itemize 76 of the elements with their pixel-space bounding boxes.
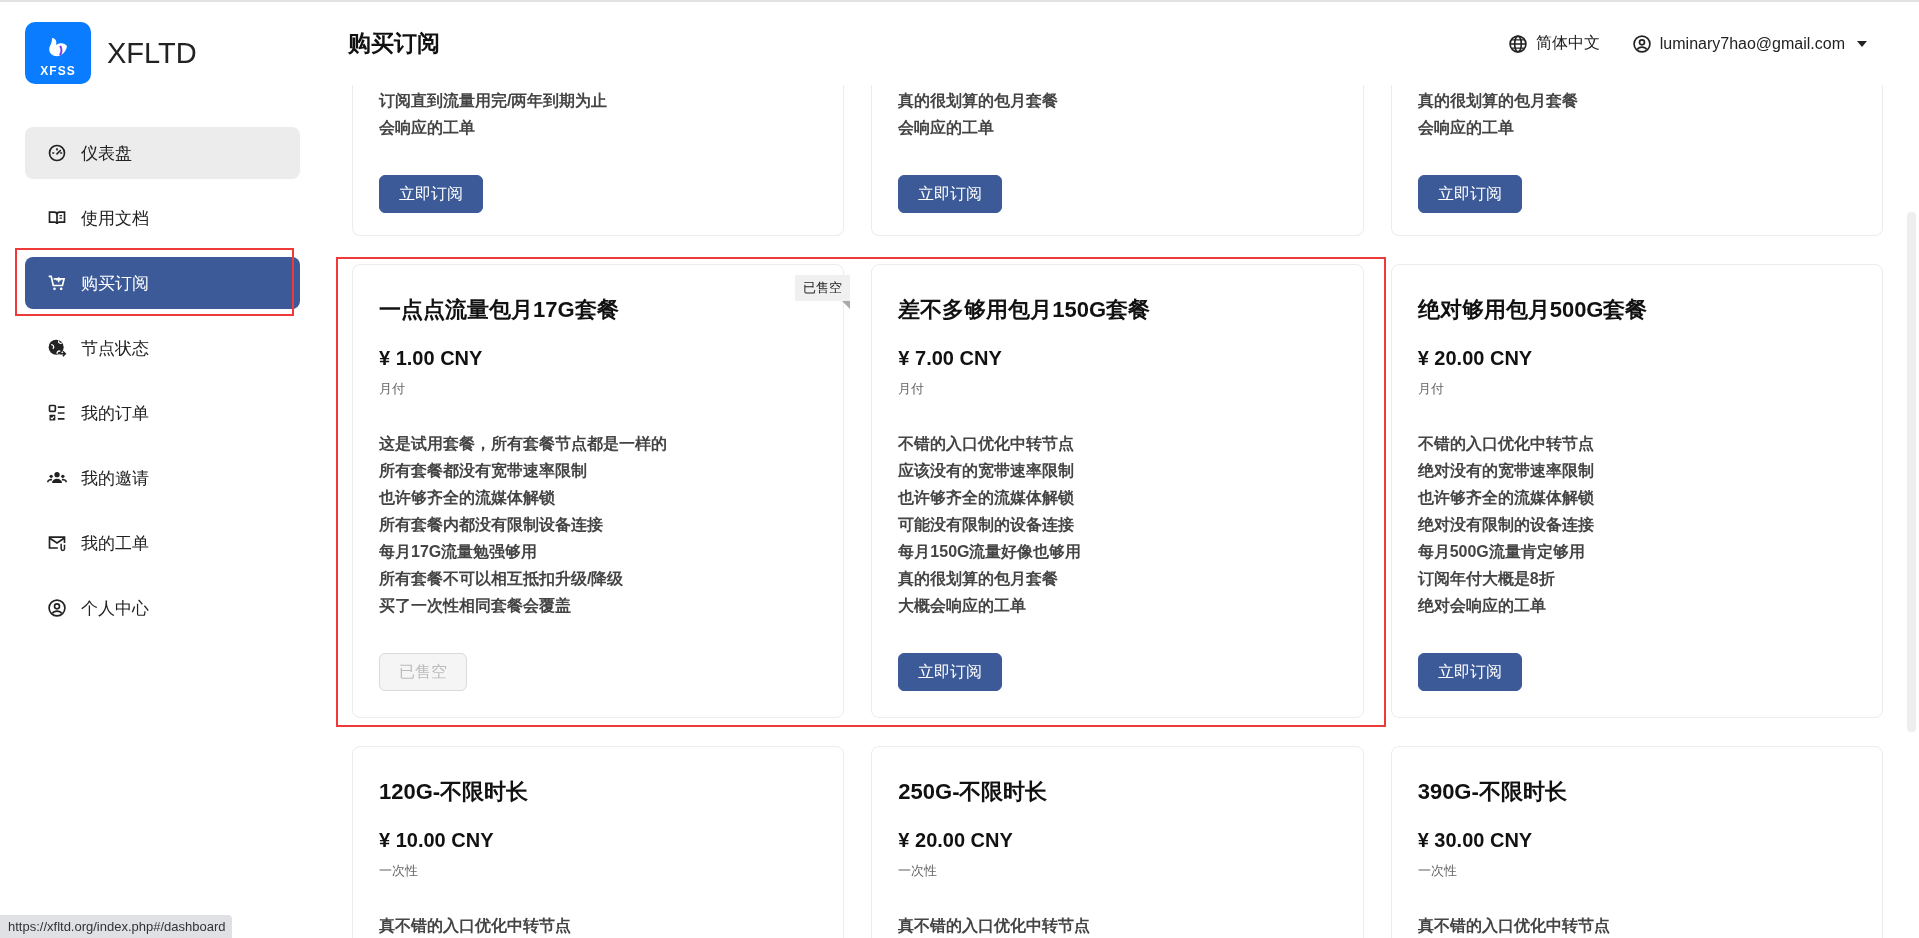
mail-icon xyxy=(47,533,67,553)
feature-text: 所有套餐内都没有限制设备连接 xyxy=(379,515,603,535)
plan-price: ¥ 10.00 CNY xyxy=(379,829,495,852)
feature-text: 真的很划算的包月套餐 xyxy=(898,91,1059,111)
feature-text: 也许够齐全的流媒体解锁 xyxy=(379,488,555,508)
feature-text: 每月500G流量肯定够用 xyxy=(1417,542,1585,562)
feature-text: 绝对会响应的工单 xyxy=(1417,596,1546,616)
feature-text: 不错的入口优化中转节点 xyxy=(1417,434,1594,454)
feature-text: 订阅直到流量用完/两年到期为止 xyxy=(379,91,608,111)
subscribe-button[interactable]: 立即订阅 xyxy=(379,175,483,213)
language-selector[interactable]: 简体中文 xyxy=(1507,33,1600,54)
nav-item[interactable]: 节点状态 xyxy=(25,322,300,374)
globe-icon xyxy=(47,338,67,358)
feature-text: 绝对没有限制的设备连接 xyxy=(1417,515,1594,535)
subscribe-button[interactable]: 立即订阅 xyxy=(1417,175,1522,213)
plan-price: ¥ 30.00 CNY xyxy=(1417,829,1534,852)
feature-text: 所有套餐不可以相互抵扣升级/降级 xyxy=(379,569,624,589)
billing-period: 月付 xyxy=(898,380,926,398)
billing-period: 月付 xyxy=(1417,380,1445,398)
feature-text: 所有套餐都没有宽带速率限制 xyxy=(379,461,587,481)
plan-title: 一点点流量包月17G套餐 xyxy=(379,296,620,324)
subscribe-button[interactable]: 立即订阅 xyxy=(1417,653,1522,691)
user-icon xyxy=(47,598,67,618)
feature-text: 应该没有的宽带速率限制 xyxy=(898,461,1075,481)
feature-text: 真不错的入口优化中转节点 xyxy=(898,916,1091,936)
plan-title: 绝对够用包月500G套餐 xyxy=(1417,296,1649,324)
feature-text: 会响应的工单 xyxy=(1417,118,1514,138)
page-title: 购买订阅 xyxy=(348,29,441,58)
feature-text: 每月150G流量好像也够用 xyxy=(898,542,1082,562)
globe-icon xyxy=(1507,33,1528,54)
nav-item[interactable]: 购买订阅 xyxy=(25,257,300,309)
billing-period: 月付 xyxy=(379,380,406,398)
nav-item[interactable]: 使用文档 xyxy=(25,192,300,244)
feature-text: 绝对没有的宽带速率限制 xyxy=(1417,461,1594,481)
feature-text: 也许够齐全的流媒体解锁 xyxy=(1417,488,1594,508)
billing-period: 一次性 xyxy=(379,862,419,880)
plan-title: 120G-不限时长 xyxy=(379,778,530,806)
feature-text: 订阅年付大概是8折 xyxy=(1417,569,1555,589)
plan-price: ¥ 1.00 CNY xyxy=(379,347,484,370)
nav-item[interactable]: 我的订单 xyxy=(25,387,300,439)
feature-text: 真的很划算的包月套餐 xyxy=(1417,91,1578,111)
feature-text: 会响应的工单 xyxy=(379,118,475,138)
feature-text: 真不错的入口优化中转节点 xyxy=(1417,916,1610,936)
checklist-icon xyxy=(47,403,67,423)
user-icon xyxy=(1631,33,1652,54)
feature-text: 每月17G流量勉强够用 xyxy=(379,542,538,562)
feature-text: 也许够齐全的流媒体解锁 xyxy=(898,488,1075,508)
feature-text: 真的很划算的包月套餐 xyxy=(898,569,1059,589)
subscribe-button[interactable]: 立即订阅 xyxy=(898,175,1003,213)
gauge-icon xyxy=(47,143,67,163)
logo: XFSS xyxy=(25,22,91,84)
plan-title: 差不多够用包月150G套餐 xyxy=(898,296,1152,324)
plan-title: 390G-不限时长 xyxy=(1417,778,1568,806)
subscribe-button[interactable]: 立即订阅 xyxy=(898,653,1003,691)
feature-text: 会响应的工单 xyxy=(898,118,995,138)
nav-item[interactable]: 个人中心 xyxy=(25,582,300,634)
plan-price: ¥ 20.00 CNY xyxy=(1417,347,1534,370)
feature-text: 大概会响应的工单 xyxy=(898,596,1027,616)
user-menu[interactable]: luminary7hao@gmail.com xyxy=(1631,33,1867,54)
feature-text: 可能没有限制的设备连接 xyxy=(898,515,1075,535)
brand-name: XFLTD xyxy=(107,36,197,70)
plan-price: ¥ 20.00 CNY xyxy=(898,829,1014,852)
feature-text: 买了一次性相同套餐会覆盖 xyxy=(379,596,571,616)
caret-icon xyxy=(1857,40,1867,47)
billing-period: 一次性 xyxy=(898,862,939,880)
nav-item[interactable]: 仪表盘 xyxy=(25,127,300,179)
nav-item[interactable]: 我的工单 xyxy=(25,517,300,569)
feature-text: 真不错的入口优化中转节点 xyxy=(379,916,571,936)
nav-item[interactable]: 我的邀请 xyxy=(25,452,300,504)
billing-period: 一次性 xyxy=(1417,862,1458,880)
plan-title: 250G-不限时长 xyxy=(898,778,1049,806)
cart-icon xyxy=(47,273,67,293)
status-url: https://xfltd.org/index.php#/dashboard xyxy=(0,915,232,938)
feature-text: 这是试用套餐，所有套餐节点都是一样的 xyxy=(379,434,667,454)
feature-text: 不错的入口优化中转节点 xyxy=(898,434,1075,454)
plan-price: ¥ 7.00 CNY xyxy=(898,347,1003,370)
